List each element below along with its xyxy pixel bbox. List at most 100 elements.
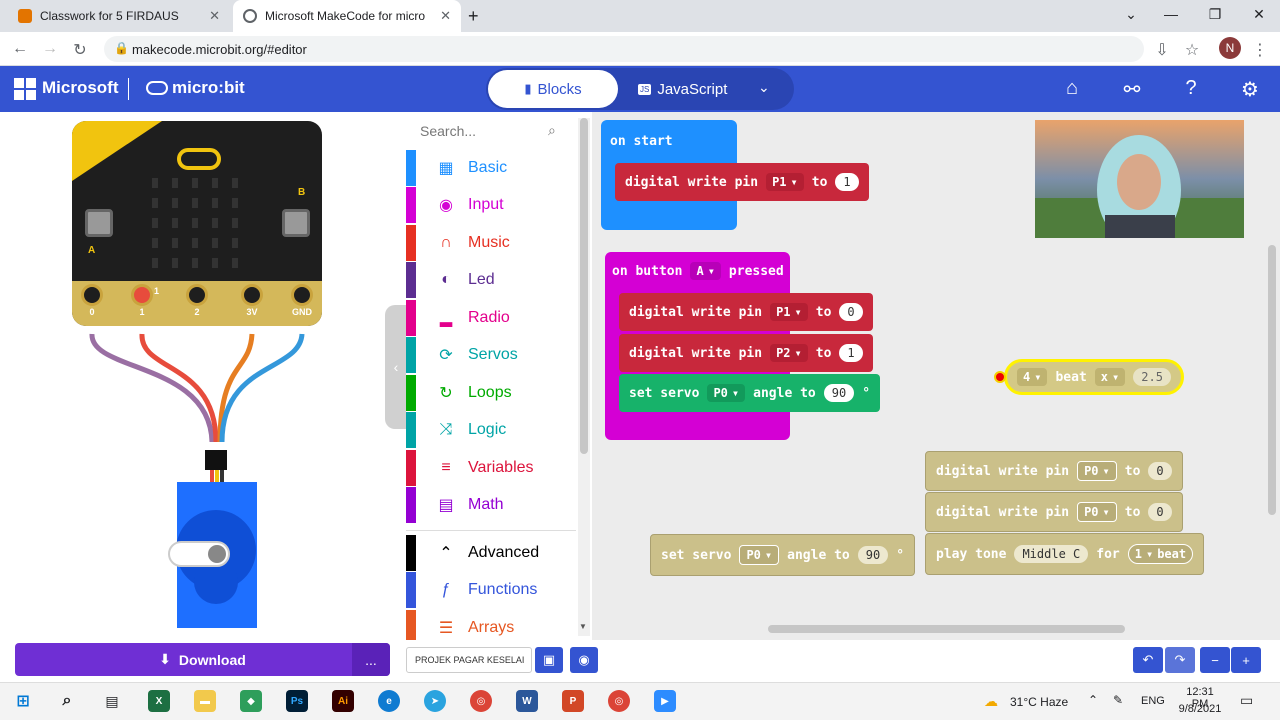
help-icon[interactable]: ? <box>1177 77 1205 100</box>
pen-icon[interactable]: ✎ <box>1113 693 1123 707</box>
install-icon[interactable]: ⇩ <box>1152 40 1172 60</box>
download-more-button[interactable]: ... <box>352 643 390 676</box>
digital-write-block[interactable]: digital write pin P2 ▾ to 1 <box>619 334 873 372</box>
close-icon[interactable]: ✕ <box>209 8 220 24</box>
pin-1[interactable] <box>131 284 153 306</box>
toolbox-category-advanced[interactable]: ⌃ Advanced <box>406 535 576 571</box>
task-view-icon[interactable]: ▤ <box>101 690 123 712</box>
workspace-horizontal-scrollbar[interactable] <box>768 625 1125 633</box>
minimize-icon[interactable]: — <box>1156 6 1186 22</box>
gear-icon[interactable]: ⚙ <box>1236 77 1264 102</box>
zoom-in-button[interactable]: + <box>1231 647 1261 673</box>
button-b[interactable] <box>282 209 310 237</box>
file-explorer-icon[interactable]: ▬ <box>194 690 216 712</box>
value-input[interactable]: 1 <box>835 173 859 191</box>
excel-icon[interactable]: X <box>148 690 170 712</box>
value-input[interactable]: 0 <box>1148 462 1172 480</box>
disabled-play-tone-block[interactable]: play tone Middle C for 1 ▾ beat <box>925 533 1205 575</box>
download-button[interactable]: ⬇ Download <box>15 643 390 676</box>
edge-icon[interactable]: e <box>378 690 400 712</box>
beat-expression-block[interactable]: 4 ▾ beat x ▾ 2.5 <box>1004 359 1184 395</box>
pin-3v[interactable] <box>241 284 263 306</box>
zoom-out-button[interactable]: − <box>1200 647 1230 673</box>
digital-write-block[interactable]: digital write pin P1 ▾ to 1 <box>615 163 869 201</box>
chevron-down-icon[interactable]: ⌄ <box>758 79 770 96</box>
back-icon[interactable]: ← <box>10 40 30 58</box>
pin-dropdown[interactable]: P0 ▾ <box>1077 461 1117 481</box>
servo-pin-dropdown[interactable]: P0 ▾ <box>707 384 746 402</box>
save-button[interactable]: ▣ <box>535 647 563 673</box>
new-tab-button[interactable]: + <box>468 6 479 27</box>
toolbox-category-input[interactable]: ◉ Input <box>406 187 576 223</box>
angle-input[interactable]: 90 <box>857 546 889 564</box>
star-icon[interactable]: ☆ <box>1182 40 1202 60</box>
chrome-icon[interactable]: ◎ <box>470 690 492 712</box>
blocks-mode-button[interactable]: ▮ Blocks <box>488 70 618 108</box>
chevron-up-icon[interactable]: ⌃ <box>1088 693 1098 707</box>
tab-classwork[interactable]: Classwork for 5 FIRDAUS ✕ <box>8 0 230 32</box>
collapse-simulator-button[interactable]: ‹ <box>385 305 407 429</box>
disabled-digital-write-block[interactable]: digital write pin P0 ▾ to 0 <box>925 451 1183 491</box>
toolbox-category-loops[interactable]: ↻ Loops <box>406 375 576 411</box>
workspace-vertical-scrollbar[interactable] <box>1268 245 1276 515</box>
toolbox-category-servos[interactable]: ⟳ Servos <box>406 337 576 373</box>
pin-dropdown[interactable]: P1 ▾ <box>766 173 804 191</box>
toolbox-category-variables[interactable]: ≡ Variables <box>406 450 576 486</box>
close-icon[interactable]: ✕ <box>440 8 451 24</box>
pin-2[interactable] <box>186 284 208 306</box>
illustrator-icon[interactable]: Ai <box>332 690 354 712</box>
reload-icon[interactable]: ↻ <box>70 40 90 60</box>
operator-dropdown[interactable]: x ▾ <box>1094 368 1126 386</box>
value-input[interactable]: 0 <box>839 303 863 321</box>
disabled-digital-write-block[interactable]: digital write pin P0 ▾ to 0 <box>925 492 1183 532</box>
scroll-down-icon[interactable]: ▼ <box>579 622 587 631</box>
beat-count-dropdown[interactable]: 4 ▾ <box>1017 368 1048 386</box>
value-input[interactable]: 0 <box>1148 503 1172 521</box>
search-icon[interactable]: ⌕ <box>56 690 78 712</box>
close-window-icon[interactable]: ✕ <box>1244 6 1274 23</box>
tab-search-icon[interactable]: ⌄ <box>1116 6 1146 23</box>
pin-0[interactable] <box>81 284 103 306</box>
profile-avatar[interactable]: N <box>1219 37 1241 59</box>
toolbox-category-basic[interactable]: ▦ Basic <box>406 150 576 186</box>
angle-input[interactable]: 90 <box>823 384 855 402</box>
word-icon[interactable]: W <box>516 690 538 712</box>
notification-icon[interactable]: ▭ <box>1240 692 1253 709</box>
pin-dropdown[interactable]: P1 ▾ <box>770 303 808 321</box>
clock-date[interactable]: 9/8/2021 <box>1178 703 1222 715</box>
multiplier-input[interactable]: 2.5 <box>1133 368 1171 386</box>
forward-icon[interactable]: → <box>40 40 60 58</box>
toolbox-category-led[interactable]: ◐ Led <box>406 262 576 298</box>
pin-dropdown[interactable]: P2 ▾ <box>770 344 808 362</box>
home-icon[interactable]: ⌂ <box>1058 77 1086 100</box>
toolbox-category-functions[interactable]: ƒ Functions <box>406 572 576 608</box>
set-servo-block[interactable]: set servo P0 ▾ angle to 90 ° <box>619 374 881 412</box>
windows-start-icon[interactable]: ⊞ <box>12 690 34 712</box>
javascript-mode-button[interactable]: JS JavaScript <box>638 70 727 108</box>
telegram-icon[interactable]: ➤ <box>424 690 446 712</box>
pin-dropdown[interactable]: P0 ▾ <box>1077 502 1117 522</box>
tone-input[interactable]: Middle C <box>1014 545 1089 563</box>
zoom-icon[interactable]: ▶ <box>654 690 676 712</box>
menu-icon[interactable]: ⋮ <box>1250 40 1270 60</box>
servo-pin-dropdown[interactable]: P0 ▾ <box>739 545 780 565</box>
weather-text[interactable]: 31°C Haze <box>1010 695 1068 709</box>
toolbox-category-logic[interactable]: ⤨ Logic <box>406 412 576 448</box>
toolbox-category-music[interactable]: ∩ Music <box>406 225 576 261</box>
chrome-profile-icon[interactable]: ◎ <box>608 690 630 712</box>
tab-makecode[interactable]: Microsoft MakeCode for micro:b ✕ <box>233 0 461 32</box>
powerpoint-icon[interactable]: P <box>562 690 584 712</box>
undo-button[interactable]: ↶ <box>1133 647 1163 673</box>
disabled-set-servo-block[interactable]: set servo P0 ▾ angle to 90 ° <box>650 534 916 576</box>
toolbox-scroll-thumb[interactable] <box>580 118 588 454</box>
brand-microsoft[interactable]: Microsoft <box>42 78 119 98</box>
toolbox-category-radio[interactable]: ▂ Radio <box>406 300 576 336</box>
share-icon[interactable]: ⚯ <box>1118 77 1146 102</box>
language-indicator[interactable]: ENG <box>1141 695 1165 707</box>
redo-button[interactable]: ↷ <box>1165 647 1195 673</box>
value-input[interactable]: 1 <box>839 344 863 362</box>
url-field[interactable]: 🔒 makecode.microbit.org/#editor <box>104 36 1144 62</box>
shield-app-icon[interactable]: ◆ <box>240 690 262 712</box>
photoshop-icon[interactable]: Ps <box>286 690 308 712</box>
project-name-input[interactable]: PROJEK PAGAR KESELAI <box>406 647 532 673</box>
